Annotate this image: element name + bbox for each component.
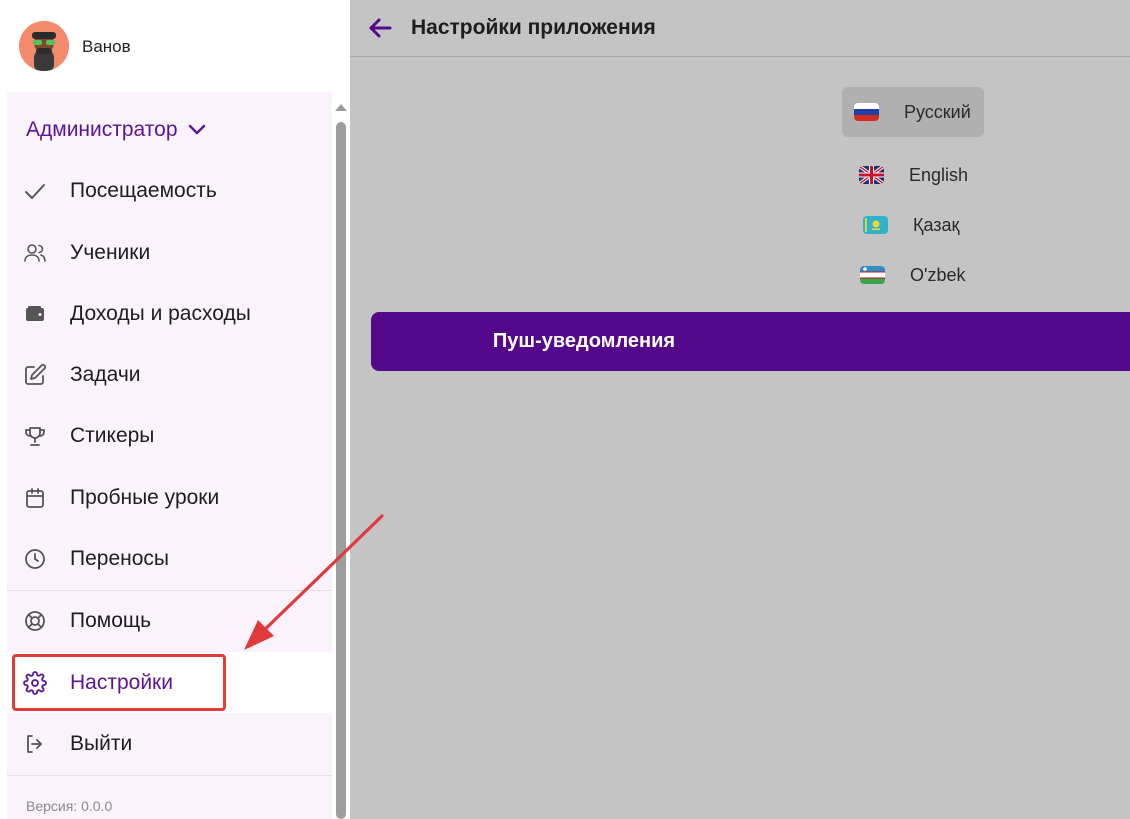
sidebar-item-label: Стикеры: [70, 423, 155, 447]
language-label: Қазақ: [913, 214, 960, 235]
sidebar-item-label: Доходы и расходы: [70, 301, 251, 325]
sidebar-item-label: Посещаемость: [70, 178, 217, 202]
sidebar-item-finance[interactable]: Доходы и расходы: [7, 283, 332, 344]
calendar-icon: [23, 486, 47, 510]
sidebar-item-students[interactable]: Ученики: [7, 222, 332, 283]
chevron-down-icon: [188, 118, 206, 142]
language-label: Русский: [904, 101, 971, 122]
sidebar-item-label: Помощь: [70, 608, 152, 632]
language-option-kazakh[interactable]: Қазақ: [863, 213, 959, 237]
language-option-russian[interactable]: Русский: [842, 87, 984, 137]
user-block: Ванов: [0, 0, 350, 92]
lifebuoy-icon: [23, 609, 47, 633]
sidebar-item-label: Пробные уроки: [70, 485, 220, 509]
flag-uk-icon: [859, 166, 884, 184]
sidebar-item-tasks[interactable]: Задачи: [7, 344, 332, 405]
language-option-english[interactable]: English: [859, 163, 968, 187]
sidebar: Ванов Администратор Посещаемость Ученики…: [0, 0, 350, 819]
sidebar-item-logout[interactable]: Выйти: [7, 713, 332, 774]
logout-icon: [23, 732, 47, 756]
language-label: O'zbek: [910, 264, 966, 285]
language-option-uzbek[interactable]: O'zbek: [860, 263, 965, 287]
role-selector[interactable]: Администратор: [26, 118, 206, 142]
wallet-icon: [23, 302, 47, 326]
sidebar-item-label: Ученики: [70, 240, 151, 264]
push-notifications-label: Пуш-уведомления: [492, 330, 676, 352]
user-name: Ванов: [82, 37, 131, 56]
sidebar-item-stickers[interactable]: Стикеры: [7, 405, 332, 466]
back-arrow-icon[interactable]: [367, 15, 393, 41]
clock-icon: [23, 547, 47, 571]
flag-uzbekistan-icon: [860, 266, 885, 284]
trophy-icon: [23, 424, 47, 448]
edit-icon: [23, 363, 47, 387]
language-label: English: [909, 164, 969, 185]
divider: [7, 775, 332, 776]
flag-kazakhstan-icon: [863, 216, 888, 234]
sidebar-item-label: Выйти: [70, 731, 133, 755]
annotation-highlight-box: [12, 654, 226, 711]
sidebar-item-attendance[interactable]: Посещаемость: [7, 160, 332, 221]
scroll-up-arrow-icon[interactable]: [335, 104, 347, 111]
app-version: Версия: 0.0.0: [26, 798, 113, 814]
avatar[interactable]: [19, 21, 69, 71]
page-title: Настройки приложения: [411, 16, 656, 39]
flag-russia-icon: [854, 103, 879, 121]
users-icon: [23, 241, 47, 265]
scrollbar-thumb[interactable]: [336, 122, 346, 819]
sidebar-item-label: Переносы: [70, 546, 170, 570]
check-icon: [23, 179, 47, 203]
push-notifications-button[interactable]: Пуш-уведомления: [371, 312, 1130, 371]
role-label: Администратор: [26, 118, 178, 141]
sidebar-item-label: Задачи: [70, 362, 141, 386]
annotation-arrow-icon: [244, 514, 384, 650]
